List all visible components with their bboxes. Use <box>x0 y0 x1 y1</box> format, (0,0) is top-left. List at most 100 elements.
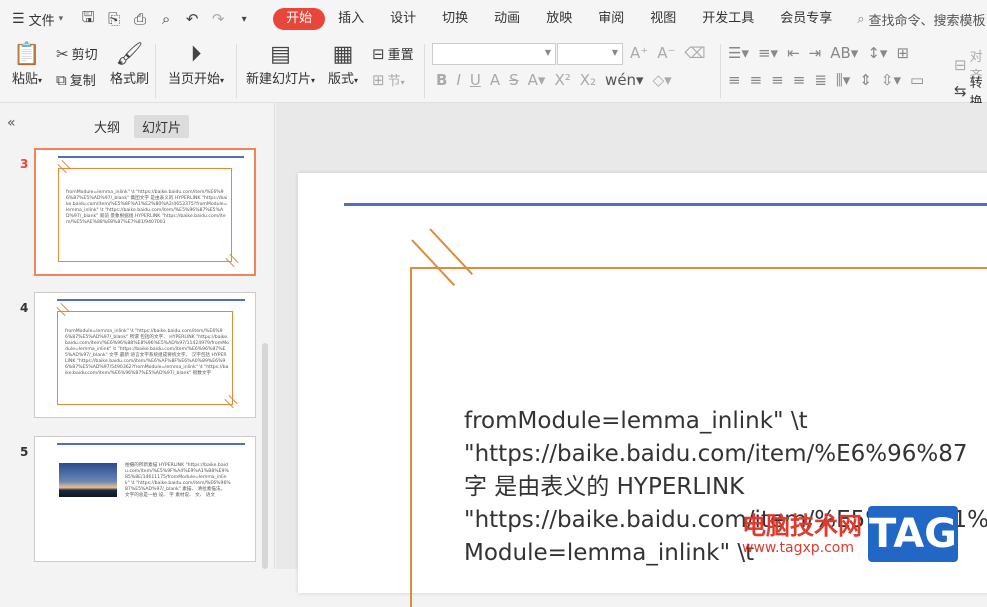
distribute-icon[interactable]: ≣ <box>814 71 827 89</box>
print-icon[interactable]: ⎙ <box>131 10 149 28</box>
spacing-dropdown-icon[interactable]: ⇳▾ <box>881 71 901 89</box>
reset-icon: ⊟ <box>372 44 385 63</box>
divider <box>424 44 425 98</box>
font-size-select[interactable]: ▼ <box>557 43 623 65</box>
underline-icon[interactable]: U <box>470 71 481 89</box>
file-menu[interactable]: ☰ 文件 ▾ <box>0 0 71 38</box>
strikethrough-icon[interactable]: S <box>509 71 519 89</box>
play-from-current-button[interactable]: ⏵ 当页开始▾ <box>168 42 224 87</box>
new-slide-button[interactable]: ▤ 新建幻灯片▾ <box>246 42 315 87</box>
print-preview-icon[interactable]: ⌕ <box>157 10 175 28</box>
scissors-icon: ✂ <box>56 44 69 63</box>
increase-indent-icon[interactable]: ⇥ <box>809 44 822 62</box>
layout-button[interactable]: ▦ 版式▾ <box>328 42 358 87</box>
tab-outline[interactable]: 大纲 <box>86 115 128 138</box>
ribbon-tabs: 开始 插入 设计 切换 动画 放映 审阅 视图 开发工具 会员专享 <box>273 8 845 30</box>
watermark-text: 电脑技术网 www.tagxp.com <box>742 512 862 556</box>
tab-home[interactable]: 开始 <box>273 8 326 30</box>
export-pdf-icon[interactable]: ⎘ <box>105 10 123 28</box>
align-text-icon[interactable]: ⊞ <box>896 44 909 62</box>
paragraph-border-icon[interactable]: ▭ <box>910 71 924 89</box>
reset-button[interactable]: ⊟ 重置 <box>372 44 414 64</box>
watermark: 电脑技术网 www.tagxp.com TAG <box>742 506 958 562</box>
redo-icon[interactable]: ↷ <box>209 10 227 28</box>
bullet-list-icon[interactable]: ☰▾ <box>728 44 749 62</box>
thumbnail-text: fromModule=lemma_inlink" \t "https://bai… <box>66 190 228 225</box>
tab-developer[interactable]: 开发工具 <box>689 8 767 30</box>
command-search[interactable]: ⌕ 查找命令、搜索模板 <box>857 10 985 29</box>
play-icon: ⏵ <box>190 42 202 67</box>
tab-slideshow[interactable]: 放映 <box>533 8 585 30</box>
align-left-icon[interactable]: ≡ <box>728 71 741 89</box>
paragraph-tools-bottom: ≡ ≡ ≡ ≡ ≣ ⫼▾ ⇕ ⇳▾ ▭ <box>728 71 924 89</box>
new-slide-label: 新建幻灯片▾ <box>246 72 316 87</box>
line-spacing-icon[interactable]: ↕▾ <box>867 44 887 62</box>
paste-button[interactable]: 📋 粘贴▾ <box>12 42 42 87</box>
numbered-list-icon[interactable]: ≡▾ <box>758 44 778 62</box>
divider <box>57 299 245 301</box>
save-icon[interactable]: 🖫 <box>79 7 97 32</box>
slide-thumbnail-3[interactable]: fromModule=lemma_inlink" \t "https://bai… <box>34 148 256 276</box>
bold-icon[interactable]: B <box>436 71 447 89</box>
slide-thumbnail-5[interactable]: 拍摄的所新素描 HYPERLINK "https://baike.baidu.c… <box>34 436 256 562</box>
chevron-down-icon: ▼ <box>611 48 618 57</box>
subscript-icon[interactable]: X₂ <box>580 71 596 89</box>
tab-design[interactable]: 设计 <box>377 8 429 30</box>
text-direction-icon[interactable]: AB▾ <box>830 44 858 62</box>
tab-insert[interactable]: 插入 <box>325 8 377 30</box>
clipboard-icon: 📋 <box>13 42 41 67</box>
tab-view[interactable]: 视图 <box>637 8 689 30</box>
undo-icon[interactable]: ↶ <box>183 10 201 28</box>
section-button[interactable]: ⊞ 节▾ <box>372 70 405 90</box>
shrink-font-icon[interactable]: A⁻ <box>657 44 675 62</box>
watermark-logo: TAG <box>868 506 958 562</box>
section-icon: ⊞ <box>372 70 385 89</box>
slide-number: 3 <box>20 157 29 171</box>
italic-icon[interactable]: I <box>456 71 460 89</box>
new-slide-icon: ▤ <box>270 42 291 67</box>
section-label: 节▾ <box>387 74 405 89</box>
font-color-icon[interactable]: A▾ <box>528 71 546 89</box>
grow-font-icon[interactable]: A⁺ <box>630 44 648 62</box>
reset-label: 重置 <box>387 48 414 63</box>
clear-format-icon[interactable]: ⌫ <box>684 44 705 62</box>
slide-text-line: "https://baike.baidu.com/item/%E6%96%87 <box>464 441 968 467</box>
divider <box>720 44 721 98</box>
search-icon: ⌕ <box>857 11 865 27</box>
paragraph-spacing-icon[interactable]: ⇕ <box>859 71 872 89</box>
layout-icon: ▦ <box>332 42 354 67</box>
slide-editing-canvas: fromModule=lemma_inlink" \t "https://bai… <box>276 103 987 607</box>
convert-icon: ⇆ <box>954 82 967 100</box>
justify-icon[interactable]: ≡ <box>793 71 806 89</box>
format-painter-button[interactable]: 🖌 格式刷 <box>110 42 149 87</box>
tab-animation[interactable]: 动画 <box>481 8 533 30</box>
text-shadow-icon[interactable]: A <box>490 71 500 89</box>
copy-button[interactable]: ⧉ 复制 <box>56 70 96 90</box>
cut-button[interactable]: ✂ 剪切 <box>56 44 98 64</box>
divider <box>57 443 245 445</box>
play-from-current-label: 当页开始▾ <box>168 72 225 87</box>
tab-transition[interactable]: 切换 <box>429 8 481 30</box>
phonetic-icon[interactable]: wén▾ <box>605 71 644 89</box>
highlight-icon[interactable]: ◇▾ <box>653 71 672 89</box>
brush-icon: 🖌 <box>115 42 144 67</box>
font-family-select[interactable]: ▼ <box>432 43 556 65</box>
panel-scrollbar[interactable] <box>262 343 268 569</box>
slide-number: 5 <box>20 445 29 459</box>
customize-toolbar-icon[interactable]: ▾ <box>235 14 253 25</box>
copy-icon: ⧉ <box>56 70 67 89</box>
copy-label: 复制 <box>69 74 96 89</box>
decrease-indent-icon[interactable]: ⇤ <box>787 44 800 62</box>
tab-member[interactable]: 会员专享 <box>767 8 845 30</box>
slide-text-line: 字 是由表义的 HYPERLINK <box>464 474 745 500</box>
collapse-panel-icon[interactable]: « <box>7 115 16 131</box>
slide-number: 4 <box>20 301 29 315</box>
slide-thumbnail-4[interactable]: fromModule=lemma_inlink" \t "https://bai… <box>34 292 256 418</box>
align-center-icon[interactable]: ≡ <box>750 71 763 89</box>
tab-slides[interactable]: 幻灯片 <box>134 115 190 138</box>
align-right-icon[interactable]: ≡ <box>771 71 784 89</box>
font-size-tools: A⁺ A⁻ ⌫ <box>630 44 706 62</box>
superscript-icon[interactable]: X² <box>554 71 570 89</box>
tab-review[interactable]: 审阅 <box>585 8 637 30</box>
columns-icon[interactable]: ⫼▾ <box>836 71 850 89</box>
